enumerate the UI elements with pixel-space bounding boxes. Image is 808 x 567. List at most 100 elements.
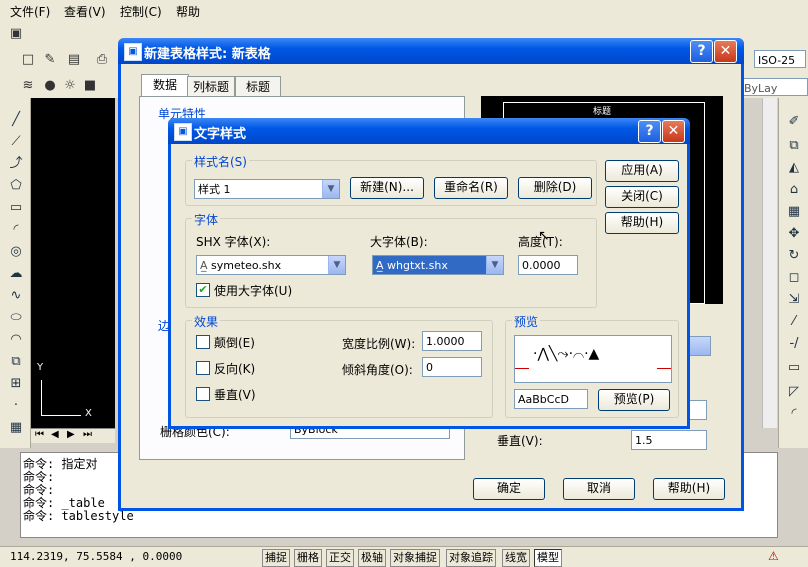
table-style-close-icon[interactable]: ✕	[714, 40, 737, 63]
vertical-label: 垂直(V)	[214, 388, 256, 402]
text-style-title: 文字样式	[194, 127, 247, 142]
array-icon[interactable]: ▦	[785, 204, 803, 220]
preview-group: 预览 ·⋀╲⤳·⌒·▲ AaBbCcD 预览(P)	[505, 313, 679, 418]
shx-font-combo[interactable]: A̲ symeteo.shx ▼	[196, 255, 346, 275]
tab-nav-prev-icon[interactable]: ◀	[51, 429, 59, 440]
move-icon[interactable]: ✥	[785, 226, 803, 242]
copy-icon[interactable]: ⧉	[785, 138, 803, 154]
preview-button[interactable]: 预览(P)	[598, 389, 670, 411]
ortho-toggle[interactable]: 正交	[326, 549, 354, 567]
chamfer-icon[interactable]: ◸	[785, 384, 803, 400]
preview-group-title: 预览	[512, 313, 541, 330]
cancel-button[interactable]: 取消	[563, 478, 635, 500]
style-name-combo[interactable]: 样式 1 ▼	[194, 179, 340, 199]
menu-file[interactable]: 文件(F)	[10, 3, 50, 20]
lineweight-toggle[interactable]: 线宽	[502, 549, 530, 567]
status-bar: 114.2319, 75.5584 , 0.0000 捕捉 栅格 正交 极轴 对…	[0, 546, 808, 567]
bigfont-combo[interactable]: A̲ whgtxt.shx ▼	[372, 255, 504, 275]
backwards-checkbox[interactable]	[196, 361, 210, 375]
menu-control[interactable]: 控制(C)	[120, 3, 162, 20]
new-style-button[interactable]: 新建(N)...	[350, 177, 424, 199]
arc-icon[interactable]: ◜	[7, 222, 25, 238]
shx-font-glyph-icon: A̲	[200, 259, 208, 272]
dimstyle-combo[interactable]: ISO-25	[754, 50, 806, 68]
polygon-icon[interactable]: ⬠	[7, 178, 25, 194]
break-icon[interactable]: ▭	[785, 360, 803, 376]
rename-style-button[interactable]: 重命名(R)	[434, 177, 508, 199]
oblique-angle-field[interactable]: 0	[422, 357, 482, 377]
grid-toggle[interactable]: 栅格	[294, 549, 322, 567]
dialog-app-icon: ▣	[124, 43, 142, 61]
ellipse-arc-icon[interactable]: ◠	[7, 332, 25, 348]
layers-icon[interactable]: ≋	[20, 78, 36, 94]
erase-icon[interactable]: ✐	[785, 114, 803, 130]
upside-down-checkbox[interactable]	[196, 335, 210, 349]
ellipse-icon[interactable]: ⬭	[7, 310, 25, 326]
text-help-button[interactable]: 帮助(H)	[605, 212, 679, 234]
bigfont-value: whgtxt.shx	[387, 259, 448, 272]
print-icon[interactable]: ⎙	[94, 52, 110, 68]
model-toggle[interactable]: 模型	[534, 549, 562, 567]
snap-toggle[interactable]: 捕捉	[262, 549, 290, 567]
offset-icon[interactable]: ⌂	[785, 182, 803, 198]
vertical-checkbox[interactable]	[196, 387, 210, 401]
polyline-icon[interactable]: ⤴	[7, 156, 25, 172]
width-factor-field[interactable]: 1.0000	[422, 331, 482, 351]
tab-nav-first-icon[interactable]: ⏮	[35, 429, 44, 440]
cloud-icon[interactable]: ☁	[7, 266, 25, 282]
new-file-icon[interactable]: □	[20, 52, 36, 68]
preview-sample-field[interactable]: AaBbCcD	[514, 389, 588, 409]
height-field[interactable]: 0.0000	[518, 255, 578, 275]
tab-column-header[interactable]: 列标题	[187, 76, 235, 97]
close-button[interactable]: 关闭(C)	[605, 186, 679, 208]
line-icon[interactable]: ╱	[7, 112, 25, 128]
rotate-icon[interactable]: ↻	[785, 248, 803, 264]
modify-toolbar: ✐ ⧉ ◭ ⌂ ▦ ✥ ↻ ◻ ⇲ ⁄ ‐/ ▭ ◸ ◜	[778, 98, 808, 448]
otrack-toggle[interactable]: 对象追踪	[446, 549, 496, 567]
ucs-x-axis	[41, 415, 81, 416]
bulb-icon[interactable]: ●	[42, 78, 58, 94]
table-style-help-icon[interactable]: ?	[690, 40, 713, 63]
apply-button[interactable]: 应用(A)	[605, 160, 679, 182]
chevron-down-icon: ▼	[322, 180, 339, 198]
save-icon[interactable]: ▤	[66, 52, 82, 68]
delete-style-button[interactable]: 删除(D)	[518, 177, 592, 199]
fillet-icon[interactable]: ◜	[785, 406, 803, 422]
trim-icon[interactable]: ⁄	[785, 314, 803, 330]
use-bigfont-checkbox[interactable]: ✔	[196, 283, 210, 297]
ok-button[interactable]: 确定	[473, 478, 545, 500]
linetype-combo[interactable]: ByLay	[740, 78, 808, 96]
point-icon[interactable]: ·	[7, 398, 25, 414]
text-style-close-icon[interactable]: ✕	[662, 120, 685, 143]
polar-toggle[interactable]: 极轴	[358, 549, 386, 567]
tab-nav-next-icon[interactable]: ▶	[67, 429, 75, 440]
canvas-vscroll[interactable]	[762, 98, 777, 428]
hatch-icon[interactable]: ▦	[7, 420, 25, 436]
ucs-y-axis	[41, 380, 42, 416]
rectangle-icon[interactable]: ▭	[7, 200, 25, 216]
open-file-icon[interactable]: ✎	[42, 52, 58, 68]
extend-icon[interactable]: ‐/	[785, 336, 803, 352]
insert-block-icon[interactable]: ⧉	[7, 354, 25, 370]
bigfont-label: 大字体(B):	[370, 235, 428, 249]
text-style-help-icon[interactable]: ?	[638, 120, 661, 143]
osnap-toggle[interactable]: 对象捕捉	[390, 549, 440, 567]
make-block-icon[interactable]: ⊞	[7, 376, 25, 392]
tab-nav-last-icon[interactable]: ⏭	[83, 429, 92, 440]
spline-icon[interactable]: ∿	[7, 288, 25, 304]
tab-title[interactable]: 标题	[235, 76, 281, 97]
scale-icon[interactable]: ◻	[785, 270, 803, 286]
help-button[interactable]: 帮助(H)	[653, 478, 725, 500]
lock-icon[interactable]: ■	[82, 78, 98, 94]
circle-icon[interactable]: ◎	[7, 244, 25, 260]
menu-view[interactable]: 查看(V)	[64, 3, 106, 20]
ray-icon[interactable]: ⟋	[7, 134, 25, 150]
mirror-icon[interactable]: ◭	[785, 160, 803, 176]
drawing-canvas[interactable]: Y X	[31, 98, 115, 428]
use-bigfont-label: 使用大字体(U)	[214, 284, 293, 298]
tab-data[interactable]: 数据	[141, 74, 189, 97]
vertical-margin-field[interactable]: 1.5	[631, 430, 707, 450]
stretch-icon[interactable]: ⇲	[785, 292, 803, 308]
sun-icon[interactable]: ☼	[62, 78, 78, 94]
menu-help[interactable]: 帮助	[176, 3, 200, 20]
